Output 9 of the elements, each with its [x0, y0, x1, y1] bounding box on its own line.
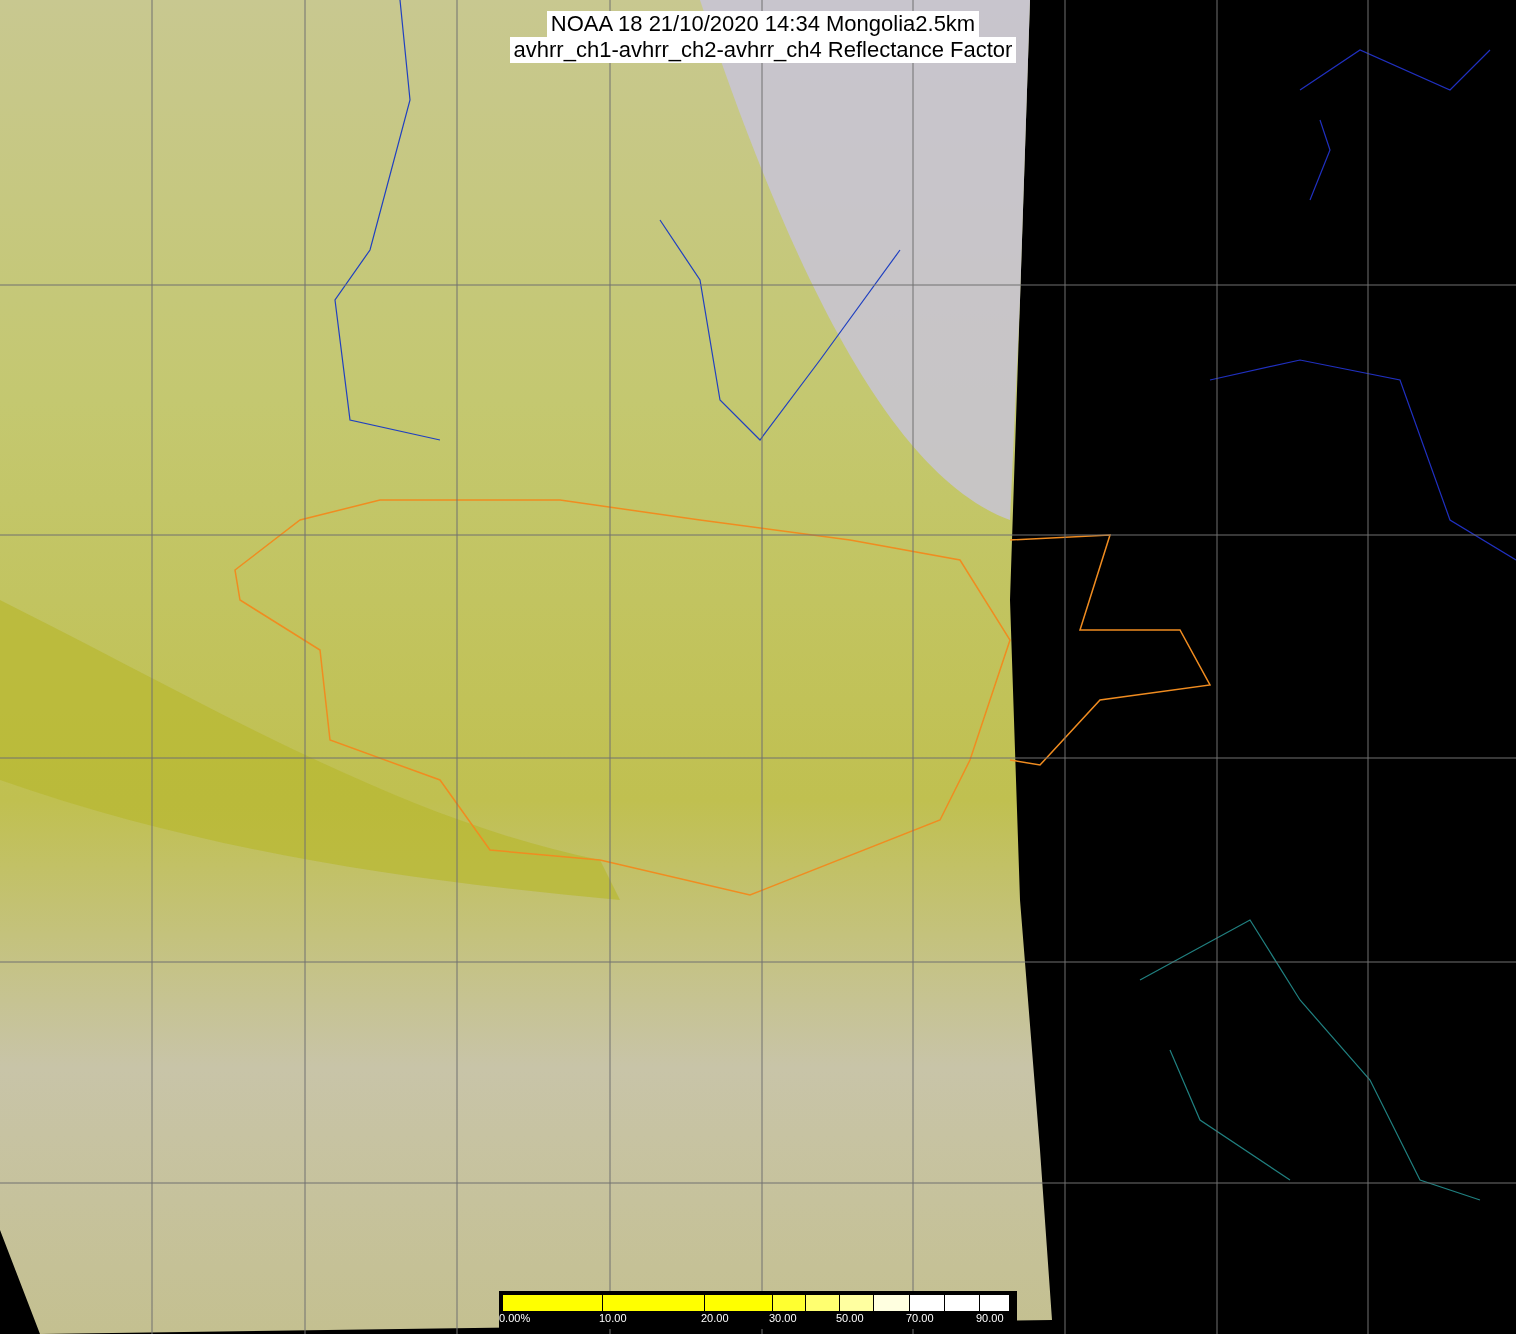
colorbar-tick-label: 20.00	[701, 1311, 729, 1325]
colorbar-tick-label: 90.00	[976, 1311, 1004, 1325]
colorbar-tick-label: 70.00	[906, 1311, 934, 1325]
map-title: avhrr_ch1-avhrr_ch2-avhrr_ch4 Reflectance Factor	[509, 37, 1017, 63]
colorbar-tick-label: 0.00%	[499, 1311, 531, 1325]
map-title: NOAA 18 21/10/2020 14:34 Mongolia2.5km	[546, 11, 980, 37]
colorbar-tick-label: 50.00	[836, 1311, 864, 1325]
colorbar-tick-label: 30.00	[769, 1311, 797, 1325]
colorbar-tick-label: 10.00	[599, 1311, 627, 1325]
